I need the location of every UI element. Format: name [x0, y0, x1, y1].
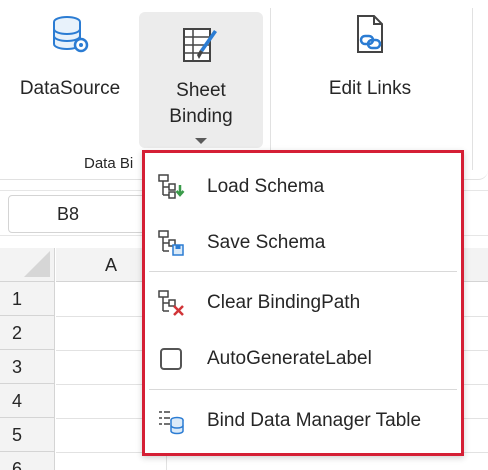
- menu-item-label: Load Schema: [207, 176, 325, 197]
- chevron-down-icon: [195, 138, 207, 144]
- menu-item-label: Save Schema: [207, 232, 326, 253]
- row-header[interactable]: 6: [0, 452, 55, 470]
- database-gear-icon: [48, 12, 92, 56]
- menu-item-save-schema[interactable]: Save Schema: [145, 215, 461, 271]
- sheet-binding-dropdown: Load Schema Save Schema Clear BindingPat…: [142, 150, 464, 456]
- menu-item-clear-bindingpath[interactable]: Clear BindingPath: [145, 275, 461, 331]
- sheet-binding-label-2: Binding: [169, 106, 233, 127]
- document-link-icon: [348, 12, 392, 56]
- row-header[interactable]: 5: [0, 418, 55, 452]
- ribbon-separator: [472, 8, 473, 170]
- load-schema-icon: [157, 173, 185, 201]
- save-schema-icon: [157, 229, 185, 257]
- row-header[interactable]: 4: [0, 384, 55, 418]
- datasource-button[interactable]: DataSource: [10, 12, 130, 102]
- ribbon-separator: [270, 8, 271, 170]
- row-header[interactable]: 2: [0, 316, 55, 350]
- datasource-label: DataSource: [19, 78, 121, 99]
- select-all-corner[interactable]: [0, 248, 55, 282]
- row-header[interactable]: 1: [0, 282, 55, 316]
- menu-separator: [149, 389, 457, 390]
- row-header[interactable]: 3: [0, 350, 55, 384]
- bind-table-icon: [157, 407, 185, 435]
- sheet-brush-icon: [179, 24, 223, 68]
- menu-item-bind-data-manager-table[interactable]: Bind Data Manager Table: [145, 393, 461, 449]
- menu-item-autogeneratelabel[interactable]: AutoGenerateLabel: [145, 331, 461, 387]
- sheet-binding-label-1: Sheet: [176, 80, 226, 101]
- ribbon-group-label: Data Bi: [84, 155, 134, 172]
- menu-item-label: Bind Data Manager Table: [207, 410, 422, 431]
- menu-item-label: AutoGenerateLabel: [207, 348, 372, 369]
- edit-links-button[interactable]: Edit Links: [300, 12, 440, 102]
- edit-links-label: Edit Links: [328, 78, 412, 99]
- name-box[interactable]: B8: [8, 195, 148, 233]
- checkbox-unchecked-icon[interactable]: [157, 345, 185, 373]
- menu-separator: [149, 271, 457, 272]
- menu-item-load-schema[interactable]: Load Schema: [145, 159, 461, 215]
- menu-item-label: Clear BindingPath: [207, 292, 361, 313]
- clear-bindingpath-icon: [157, 289, 185, 317]
- sheet-binding-button[interactable]: Sheet Binding: [139, 12, 263, 148]
